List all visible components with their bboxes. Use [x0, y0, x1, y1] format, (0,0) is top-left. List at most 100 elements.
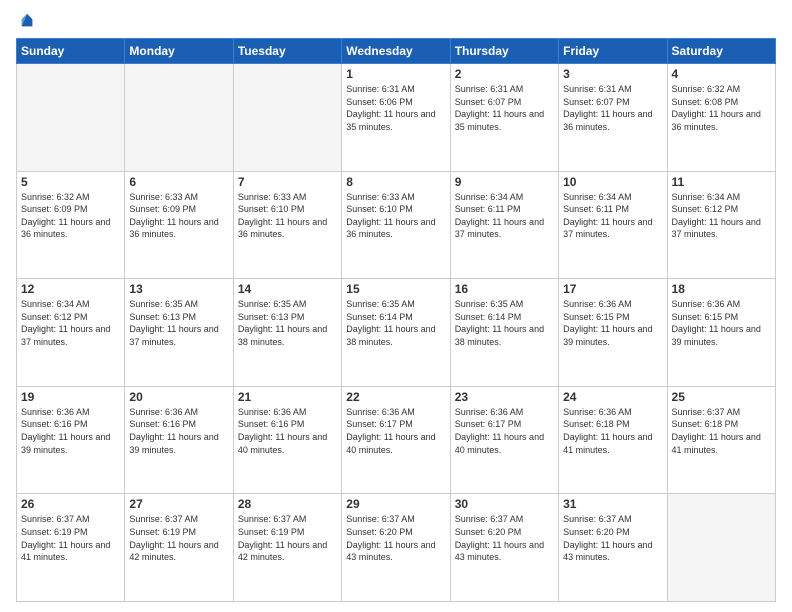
day-number: 23 — [455, 390, 554, 404]
weekday-friday: Friday — [559, 39, 667, 64]
calendar-cell: 20 Sunrise: 6:36 AM Sunset: 6:16 PM Dayli… — [125, 386, 233, 494]
day-number: 22 — [346, 390, 445, 404]
calendar-cell: 3 Sunrise: 6:31 AM Sunset: 6:07 PM Daylig… — [559, 64, 667, 172]
day-number: 18 — [672, 282, 771, 296]
day-info: Sunrise: 6:37 AM Sunset: 6:20 PM Dayligh… — [563, 513, 662, 563]
day-number: 4 — [672, 67, 771, 81]
day-info: Sunrise: 6:37 AM Sunset: 6:19 PM Dayligh… — [129, 513, 228, 563]
day-info: Sunrise: 6:33 AM Sunset: 6:10 PM Dayligh… — [346, 191, 445, 241]
calendar-cell: 25Sunrise: 6:37 AM Sunset: 6:18 PM Dayli… — [667, 386, 775, 494]
calendar-cell: 17Sunrise: 6:36 AM Sunset: 6:15 PM Dayli… — [559, 279, 667, 387]
day-number: 17 — [563, 282, 662, 296]
calendar-cell — [17, 64, 125, 172]
day-number: 5 — [21, 175, 120, 189]
day-number: 31 — [563, 497, 662, 511]
calendar-cell: 4 Sunrise: 6:32 AM Sunset: 6:08 PM Daylig… — [667, 64, 775, 172]
weekday-sunday: Sunday — [17, 39, 125, 64]
calendar-cell — [233, 64, 341, 172]
calendar-table: SundayMondayTuesdayWednesdayThursdayFrid… — [16, 38, 776, 602]
weekday-thursday: Thursday — [450, 39, 558, 64]
day-info: Sunrise: 6:36 AM Sunset: 6:17 PM Dayligh… — [346, 406, 445, 456]
logo-icon — [18, 12, 36, 30]
day-info: Sunrise: 6:31 AM Sunset: 6:07 PM Dayligh… — [455, 83, 554, 133]
day-info: Sunrise: 6:33 AM Sunset: 6:09 PM Dayligh… — [129, 191, 228, 241]
day-info: Sunrise: 6:36 AM Sunset: 6:16 PM Dayligh… — [129, 406, 228, 456]
calendar-cell: 13 Sunrise: 6:35 AM Sunset: 6:13 PM Dayli… — [125, 279, 233, 387]
weekday-header-row: SundayMondayTuesdayWednesdayThursdayFrid… — [17, 39, 776, 64]
day-number: 10 — [563, 175, 662, 189]
week-row-0: 1 Sunrise: 6:31 AM Sunset: 6:06 PM Daylig… — [17, 64, 776, 172]
week-row-1: 5 Sunrise: 6:32 AM Sunset: 6:09 PM Daylig… — [17, 171, 776, 279]
day-number: 30 — [455, 497, 554, 511]
calendar-cell: 1 Sunrise: 6:31 AM Sunset: 6:06 PM Daylig… — [342, 64, 450, 172]
day-number: 28 — [238, 497, 337, 511]
day-info: Sunrise: 6:34 AM Sunset: 6:12 PM Dayligh… — [21, 298, 120, 348]
day-info: Sunrise: 6:35 AM Sunset: 6:14 PM Dayligh… — [455, 298, 554, 348]
day-info: Sunrise: 6:37 AM Sunset: 6:18 PM Dayligh… — [672, 406, 771, 456]
day-number: 8 — [346, 175, 445, 189]
calendar-cell: 29 Sunrise: 6:37 AM Sunset: 6:20 PM Dayli… — [342, 494, 450, 602]
calendar-cell: 24Sunrise: 6:36 AM Sunset: 6:18 PM Dayli… — [559, 386, 667, 494]
day-info: Sunrise: 6:37 AM Sunset: 6:20 PM Dayligh… — [346, 513, 445, 563]
day-number: 7 — [238, 175, 337, 189]
day-info: Sunrise: 6:37 AM Sunset: 6:20 PM Dayligh… — [455, 513, 554, 563]
calendar-cell — [125, 64, 233, 172]
calendar-cell: 21Sunrise: 6:36 AM Sunset: 6:16 PM Dayli… — [233, 386, 341, 494]
calendar-cell: 27 Sunrise: 6:37 AM Sunset: 6:19 PM Dayli… — [125, 494, 233, 602]
calendar-cell: 15 Sunrise: 6:35 AM Sunset: 6:14 PM Dayli… — [342, 279, 450, 387]
calendar-cell: 10 Sunrise: 6:34 AM Sunset: 6:11 PM Dayli… — [559, 171, 667, 279]
day-number: 14 — [238, 282, 337, 296]
calendar-cell: 16Sunrise: 6:35 AM Sunset: 6:14 PM Dayli… — [450, 279, 558, 387]
calendar-cell: 19Sunrise: 6:36 AM Sunset: 6:16 PM Dayli… — [17, 386, 125, 494]
day-number: 13 — [129, 282, 228, 296]
day-number: 9 — [455, 175, 554, 189]
day-info: Sunrise: 6:32 AM Sunset: 6:09 PM Dayligh… — [21, 191, 120, 241]
logo-text — [16, 12, 36, 32]
week-row-2: 12 Sunrise: 6:34 AM Sunset: 6:12 PM Dayli… — [17, 279, 776, 387]
day-number: 6 — [129, 175, 228, 189]
day-info: Sunrise: 6:33 AM Sunset: 6:10 PM Dayligh… — [238, 191, 337, 241]
calendar-cell: 5 Sunrise: 6:32 AM Sunset: 6:09 PM Daylig… — [17, 171, 125, 279]
day-info: Sunrise: 6:35 AM Sunset: 6:14 PM Dayligh… — [346, 298, 445, 348]
day-info: Sunrise: 6:31 AM Sunset: 6:06 PM Dayligh… — [346, 83, 445, 133]
day-number: 27 — [129, 497, 228, 511]
calendar-cell: 28 Sunrise: 6:37 AM Sunset: 6:19 PM Dayli… — [233, 494, 341, 602]
calendar-cell: 9 Sunrise: 6:34 AM Sunset: 6:11 PM Daylig… — [450, 171, 558, 279]
weekday-tuesday: Tuesday — [233, 39, 341, 64]
day-info: Sunrise: 6:37 AM Sunset: 6:19 PM Dayligh… — [238, 513, 337, 563]
day-info: Sunrise: 6:35 AM Sunset: 6:13 PM Dayligh… — [129, 298, 228, 348]
calendar-cell: 30 Sunrise: 6:37 AM Sunset: 6:20 PM Dayli… — [450, 494, 558, 602]
day-info: Sunrise: 6:34 AM Sunset: 6:11 PM Dayligh… — [563, 191, 662, 241]
day-number: 3 — [563, 67, 662, 81]
day-info: Sunrise: 6:32 AM Sunset: 6:08 PM Dayligh… — [672, 83, 771, 133]
day-info: Sunrise: 6:36 AM Sunset: 6:16 PM Dayligh… — [21, 406, 120, 456]
day-info: Sunrise: 6:36 AM Sunset: 6:15 PM Dayligh… — [672, 298, 771, 348]
day-number: 26 — [21, 497, 120, 511]
day-number: 11 — [672, 175, 771, 189]
day-info: Sunrise: 6:37 AM Sunset: 6:19 PM Dayligh… — [21, 513, 120, 563]
day-number: 15 — [346, 282, 445, 296]
weekday-saturday: Saturday — [667, 39, 775, 64]
day-number: 1 — [346, 67, 445, 81]
day-number: 2 — [455, 67, 554, 81]
calendar-cell: 23Sunrise: 6:36 AM Sunset: 6:17 PM Dayli… — [450, 386, 558, 494]
calendar-cell: 22 Sunrise: 6:36 AM Sunset: 6:17 PM Dayli… — [342, 386, 450, 494]
weekday-wednesday: Wednesday — [342, 39, 450, 64]
day-info: Sunrise: 6:36 AM Sunset: 6:18 PM Dayligh… — [563, 406, 662, 456]
calendar-cell: 18 Sunrise: 6:36 AM Sunset: 6:15 PM Dayli… — [667, 279, 775, 387]
day-info: Sunrise: 6:34 AM Sunset: 6:12 PM Dayligh… — [672, 191, 771, 241]
calendar-cell: 26 Sunrise: 6:37 AM Sunset: 6:19 PM Dayli… — [17, 494, 125, 602]
day-info: Sunrise: 6:31 AM Sunset: 6:07 PM Dayligh… — [563, 83, 662, 133]
calendar-cell: 8 Sunrise: 6:33 AM Sunset: 6:10 PM Daylig… — [342, 171, 450, 279]
weekday-monday: Monday — [125, 39, 233, 64]
calendar-cell: 6 Sunrise: 6:33 AM Sunset: 6:09 PM Daylig… — [125, 171, 233, 279]
day-number: 29 — [346, 497, 445, 511]
calendar-cell: 7 Sunrise: 6:33 AM Sunset: 6:10 PM Daylig… — [233, 171, 341, 279]
calendar-cell: 31 Sunrise: 6:37 AM Sunset: 6:20 PM Dayli… — [559, 494, 667, 602]
day-number: 20 — [129, 390, 228, 404]
calendar-cell: 12 Sunrise: 6:34 AM Sunset: 6:12 PM Dayli… — [17, 279, 125, 387]
logo — [16, 12, 36, 30]
calendar-cell — [667, 494, 775, 602]
day-info: Sunrise: 6:34 AM Sunset: 6:11 PM Dayligh… — [455, 191, 554, 241]
day-number: 12 — [21, 282, 120, 296]
